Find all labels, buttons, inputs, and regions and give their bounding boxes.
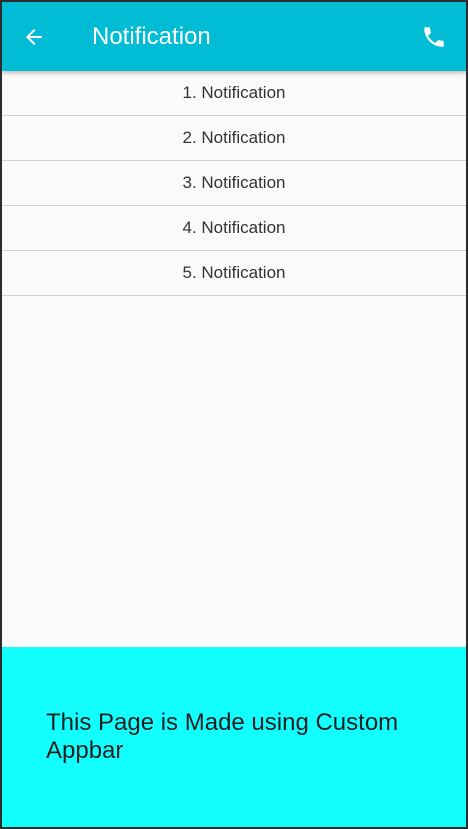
arrow-left-icon [26,29,42,45]
page-title: Notification [92,23,211,50]
phone-icon [424,27,444,47]
custom-appbar: Notification [2,2,466,71]
back-button[interactable] [16,19,52,55]
list-item[interactable]: 5. Notification [2,251,466,296]
footer-text: This Page is Made using Custom Appbar [46,709,399,764]
notification-list: 1. Notification 2. Notification 3. Notif… [2,71,466,296]
list-item[interactable]: 4. Notification [2,206,466,251]
phone-button[interactable] [416,19,452,55]
list-item[interactable]: 1. Notification [2,71,466,116]
list-item[interactable]: 2. Notification [2,116,466,161]
footer-panel: This Page is Made using Custom Appbar [2,647,466,827]
app-screen: Notification 1. Notification 2. Notifica… [2,2,466,827]
list-item[interactable]: 3. Notification [2,161,466,206]
